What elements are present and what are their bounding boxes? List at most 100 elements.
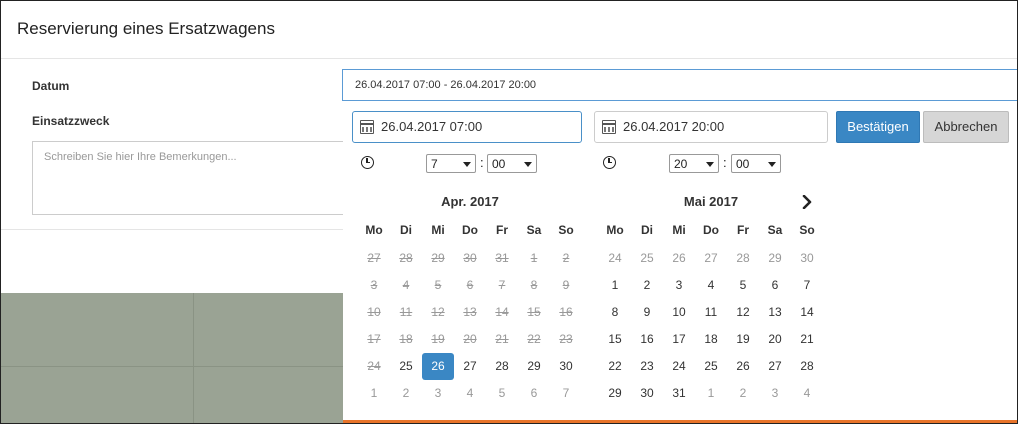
- calendar-day[interactable]: 30: [550, 353, 582, 380]
- calendar-day[interactable]: 12: [727, 299, 759, 326]
- calendar-day[interactable]: 28: [486, 353, 518, 380]
- cancel-button[interactable]: Abbrechen: [923, 111, 1009, 143]
- calendar-grid-april: Mo Di Mi Do Fr Sa So 27 28 29 30 31 1 2 3 4 5 6 7 8 9 10 11 12 1…: [358, 218, 582, 407]
- calendar-day-other-month[interactable]: 24: [599, 245, 631, 272]
- calendar-day-other-month[interactable]: 26: [663, 245, 695, 272]
- end-hour-select[interactable]: 20: [669, 154, 719, 173]
- calendar-day[interactable]: 16: [631, 326, 663, 353]
- start-datetime-value: 26.04.2017 07:00: [381, 119, 483, 134]
- calendar-day-other-month[interactable]: 6: [518, 380, 550, 407]
- calendar-day-disabled: 15: [527, 305, 541, 319]
- calendar-day[interactable]: 1: [599, 272, 631, 299]
- calendar-day-disabled: 22: [527, 332, 541, 346]
- calendar-day-other-month[interactable]: 29: [759, 245, 791, 272]
- calendar-day-selected[interactable]: 26: [422, 353, 454, 380]
- start-hour-select[interactable]: 7: [426, 154, 476, 173]
- calendar-day[interactable]: 2: [631, 272, 663, 299]
- calendar-day-disabled: 10: [367, 305, 381, 319]
- calendar-day-other-month[interactable]: 25: [631, 245, 663, 272]
- calendar-day-other-month[interactable]: 5: [486, 380, 518, 407]
- calendar-day-disabled: 19: [431, 332, 445, 346]
- end-datetime-input[interactable]: 26.04.2017 20:00: [594, 111, 828, 143]
- calendar-day-other-month[interactable]: 2: [390, 380, 422, 407]
- calendar-day[interactable]: 14: [791, 299, 823, 326]
- calendar-day-disabled: 11: [399, 305, 413, 319]
- calendar-day-disabled: 27: [367, 251, 381, 265]
- remarks-textarea[interactable]: Schreiben Sie hier Ihre Bemerkungen...: [32, 141, 362, 215]
- calendar-day[interactable]: 19: [727, 326, 759, 353]
- calendar-day[interactable]: 29: [599, 380, 631, 407]
- calendar-day[interactable]: 17: [663, 326, 695, 353]
- chevron-down-icon: [524, 162, 532, 167]
- end-minute-value: 00: [736, 157, 750, 171]
- date-range-input[interactable]: 26.04.2017 07:00 - 26.04.2017 20:00: [342, 69, 1017, 101]
- start-minute-select[interactable]: 00: [487, 154, 537, 173]
- start-datetime-input[interactable]: 26.04.2017 07:00: [352, 111, 582, 143]
- month-title-april: Apr. 2017: [441, 194, 499, 209]
- calendar-day-other-month[interactable]: 1: [358, 380, 390, 407]
- calendar-day-disabled: 6: [466, 278, 474, 292]
- calendar-day[interactable]: 22: [599, 353, 631, 380]
- chevron-right-icon[interactable]: [801, 195, 813, 209]
- calendar-day-disabled: 16: [559, 305, 573, 319]
- calendar-day[interactable]: 23: [631, 353, 663, 380]
- calendar-day[interactable]: 31: [663, 380, 695, 407]
- weekday-header: Fr: [496, 223, 508, 237]
- start-hour-value: 7: [431, 157, 438, 171]
- weekday-header: Sa: [767, 223, 783, 237]
- calendar-day-other-month[interactable]: 4: [791, 380, 823, 407]
- calendar-day-other-month[interactable]: 3: [759, 380, 791, 407]
- calendar-day[interactable]: 3: [663, 272, 695, 299]
- calendar-day[interactable]: 30: [631, 380, 663, 407]
- calendar-day[interactable]: 25: [390, 353, 422, 380]
- calendar-day[interactable]: 5: [727, 272, 759, 299]
- calendar-day-other-month[interactable]: 28: [727, 245, 759, 272]
- calendar-day[interactable]: 9: [631, 299, 663, 326]
- calendar-day-other-month[interactable]: 30: [791, 245, 823, 272]
- header-divider: [1, 58, 1017, 59]
- calendar-day-disabled: 8: [530, 278, 538, 292]
- calendar-day-disabled: 2: [562, 251, 570, 265]
- calendar-day[interactable]: 27: [759, 353, 791, 380]
- calendar-day[interactable]: 7: [791, 272, 823, 299]
- calendar-icon: [360, 120, 374, 134]
- calendar-day[interactable]: 18: [695, 326, 727, 353]
- calendar-day-other-month[interactable]: 27: [695, 245, 727, 272]
- end-datetime-value: 26.04.2017 20:00: [623, 119, 725, 134]
- calendar-day-other-month[interactable]: 7: [550, 380, 582, 407]
- weekday-header: Mi: [672, 223, 686, 237]
- calendar-day[interactable]: 8: [599, 299, 631, 326]
- calendar-day-other-month[interactable]: 3: [422, 380, 454, 407]
- weekday-header: So: [558, 223, 574, 237]
- calendar-day-disabled: 28: [399, 251, 413, 265]
- calendar-day[interactable]: 10: [663, 299, 695, 326]
- background-grid-line: [1, 366, 344, 367]
- calendar-grid-may: Mo Di Mi Do Fr Sa So 24 25 26 27 28 29 30 1 2 3 4 5 6 7 8 9 10 1…: [599, 218, 823, 407]
- modal-title: Reservierung eines Ersatzwagens: [17, 19, 275, 38]
- calendar-day[interactable]: 11: [695, 299, 727, 326]
- calendar-day[interactable]: 15: [599, 326, 631, 353]
- weekday-header: Do: [462, 223, 478, 237]
- calendar-day[interactable]: 24: [663, 353, 695, 380]
- calendar-day[interactable]: 25: [695, 353, 727, 380]
- calendar-day-other-month[interactable]: 1: [695, 380, 727, 407]
- calendar-day-other-month[interactable]: 4: [454, 380, 486, 407]
- calendar-day-disabled: 17: [367, 332, 381, 346]
- calendar-day[interactable]: 26: [727, 353, 759, 380]
- calendar-day[interactable]: 6: [759, 272, 791, 299]
- calendar-day-other-month[interactable]: 2: [727, 380, 759, 407]
- weekday-header: Sa: [526, 223, 542, 237]
- chevron-down-icon: [768, 162, 776, 167]
- end-minute-select[interactable]: 00: [731, 154, 781, 173]
- calendar-day-disabled: 4: [402, 278, 410, 292]
- calendar-day[interactable]: 4: [695, 272, 727, 299]
- calendar-day[interactable]: 20: [759, 326, 791, 353]
- calendar-day[interactable]: 27: [454, 353, 486, 380]
- confirm-button[interactable]: Bestätigen: [836, 111, 920, 143]
- calendar-day-disabled: 13: [463, 305, 477, 319]
- calendar-day[interactable]: 29: [518, 353, 550, 380]
- calendar-day[interactable]: 21: [791, 326, 823, 353]
- calendar-day[interactable]: 28: [791, 353, 823, 380]
- calendar-day[interactable]: 13: [759, 299, 791, 326]
- calendar-day-disabled: 9: [562, 278, 570, 292]
